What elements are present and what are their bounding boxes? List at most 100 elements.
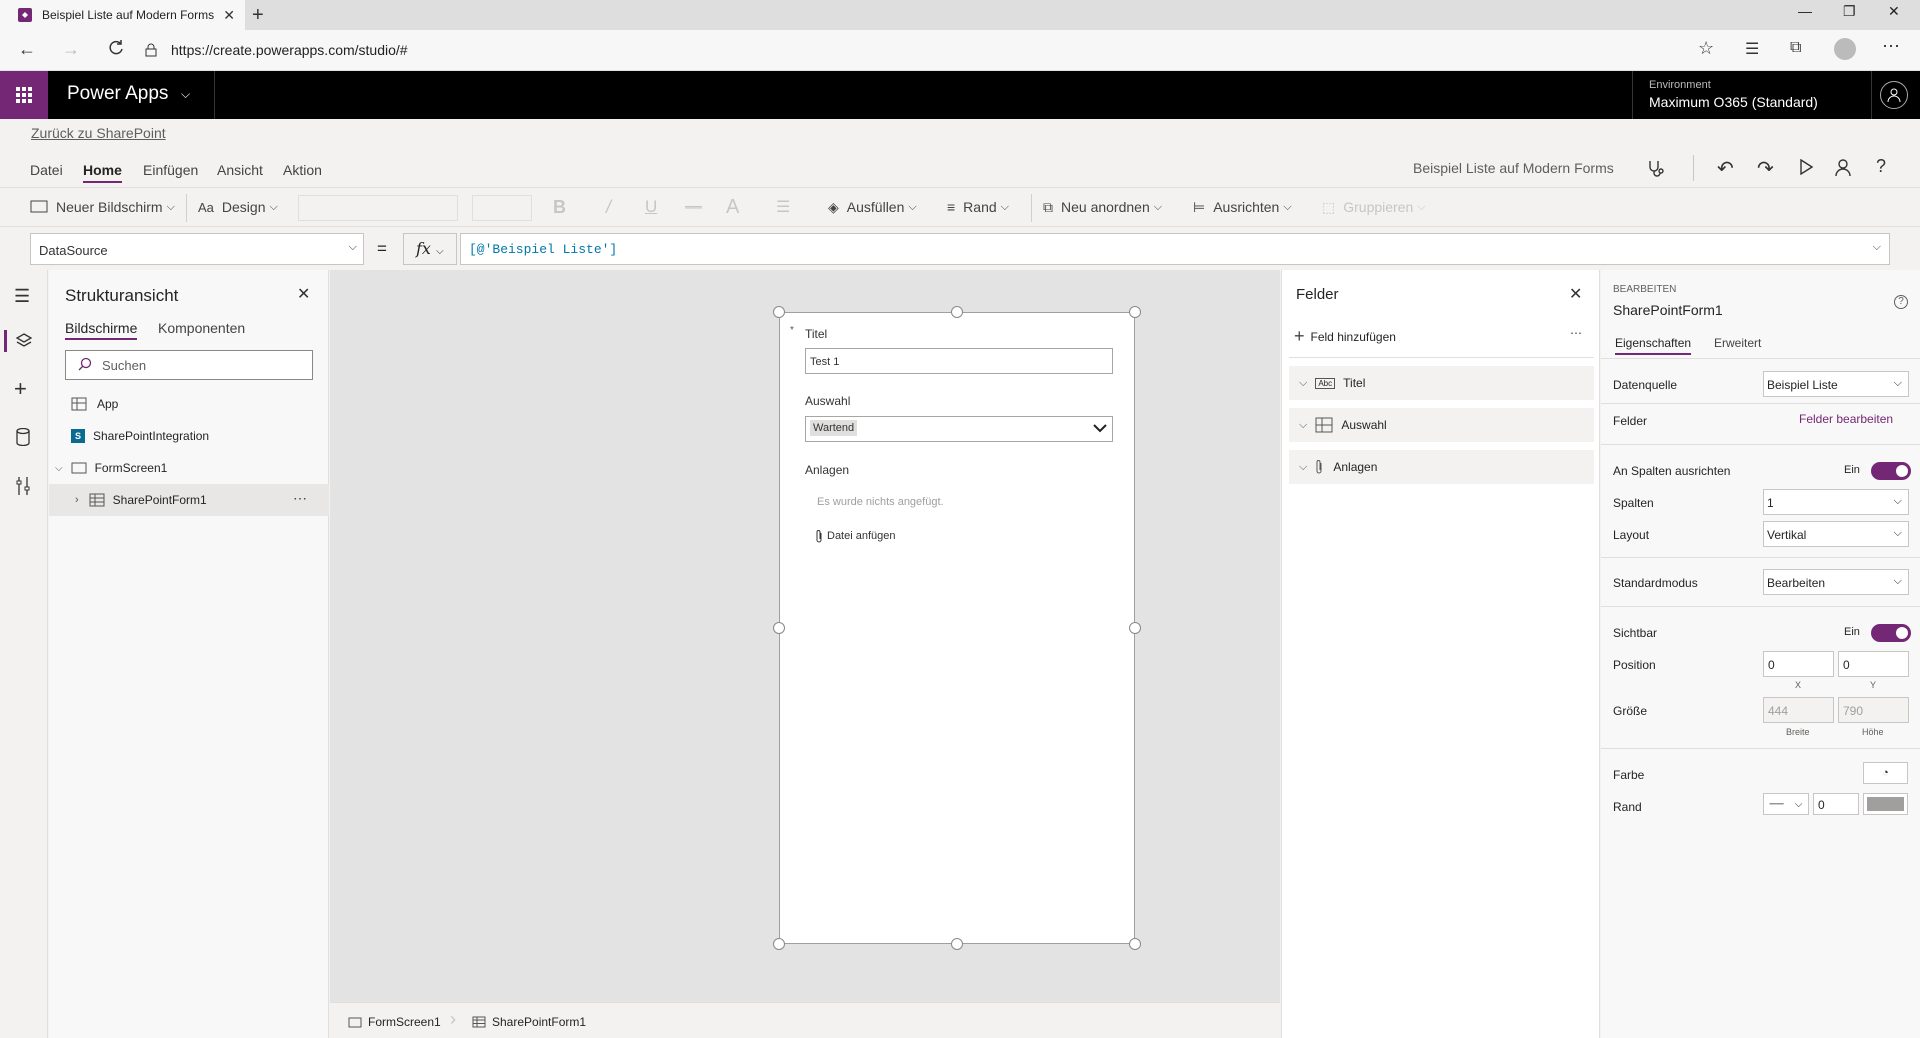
font-size-dropdown[interactable] (472, 195, 532, 221)
insert-plus-icon[interactable]: + (14, 376, 27, 402)
menu-file[interactable]: Datei (30, 162, 63, 178)
snap-to-columns-toggle[interactable] (1871, 462, 1911, 480)
chevron-right-icon[interactable]: › (75, 494, 79, 506)
font-color-icon[interactable]: A (726, 188, 739, 226)
resize-handle[interactable] (773, 938, 785, 950)
border-button[interactable]: ≡ Rand ⌵ (947, 188, 1009, 226)
tree-node-sharepointintegration[interactable]: S SharePointIntegration (49, 420, 329, 452)
tree-view-layers-icon[interactable] (15, 332, 33, 350)
attach-file-button[interactable]: Datei anfügen (815, 529, 896, 543)
profile-avatar[interactable] (1834, 38, 1856, 60)
back-to-sharepoint-link[interactable]: Zurück zu SharePoint (31, 125, 166, 141)
reorder-button[interactable]: ⧉ Neu anordnen ⌵ (1043, 188, 1162, 226)
chevron-down-icon[interactable]: ⌵ (55, 463, 63, 474)
datasource-dropdown[interactable]: Beispiel Liste ⌵ (1763, 371, 1909, 397)
strikethrough-icon[interactable]: — (685, 188, 702, 226)
breadcrumb-sharepointform1[interactable]: SharePointForm1 (472, 1015, 586, 1029)
resize-handle[interactable] (1129, 306, 1141, 318)
close-tab-icon[interactable]: ✕ (223, 7, 235, 24)
collections-icon[interactable]: ⧉ (1790, 39, 1801, 57)
help-icon[interactable]: ? (1894, 295, 1908, 309)
chevron-down-icon[interactable]: ⌵ (1299, 377, 1307, 390)
fill-button[interactable]: ◈ Ausfüllen ⌵ (828, 188, 917, 226)
hamburger-menu-icon[interactable]: ☰ (14, 286, 30, 307)
app-screen-formscreen1[interactable]: * Titel Test 1 Auswahl Wartend Anlagen E… (779, 312, 1135, 944)
share-user-icon[interactable] (1834, 158, 1854, 178)
help-icon[interactable]: ? (1876, 156, 1886, 177)
property-dropdown[interactable]: DataSource ⌵ (30, 233, 364, 265)
formula-input[interactable]: [@'Beispiel Liste'] ⌵ (460, 233, 1890, 265)
underline-icon[interactable]: U (645, 188, 657, 226)
add-field-button[interactable]: + Feld hinzufügen (1294, 326, 1396, 347)
layout-dropdown[interactable]: Vertikal ⌵ (1763, 521, 1909, 547)
tree-node-app[interactable]: App (49, 388, 329, 420)
font-family-dropdown[interactable] (298, 195, 458, 221)
tab-screens[interactable]: Bildschirme (65, 320, 138, 340)
align-button[interactable]: ⊨ Ausrichten ⌵ (1193, 188, 1292, 226)
chevron-down-icon[interactable]: ⌵ (1299, 419, 1307, 432)
advanced-tools-icon[interactable] (15, 476, 31, 496)
play-preview-icon[interactable] (1799, 159, 1813, 175)
minimize-window-icon[interactable]: — (1798, 3, 1812, 19)
default-mode-dropdown[interactable]: Bearbeiten ⌵ (1763, 569, 1909, 595)
auswahl-combobox[interactable]: Wartend (805, 416, 1113, 442)
app-name[interactable]: Power Apps (67, 83, 168, 105)
resize-handle[interactable] (1129, 938, 1141, 950)
chevron-down-icon[interactable]: ⌵ (1299, 461, 1307, 474)
tree-node-formscreen1[interactable]: ⌵ FormScreen1 (49, 452, 329, 484)
edit-fields-link[interactable]: Felder bearbeiten (1799, 412, 1893, 426)
environment-picker[interactable]: Environment Maximum O365 (Standard) (1632, 71, 1872, 119)
close-icon[interactable]: ✕ (297, 284, 310, 304)
field-item-auswahl[interactable]: ⌵ Auswahl (1289, 408, 1594, 442)
columns-dropdown[interactable]: 1 ⌵ (1763, 489, 1909, 515)
breadcrumb-formscreen1[interactable]: FormScreen1 (348, 1015, 441, 1029)
text-align-icon[interactable]: ☰ (776, 188, 790, 226)
fx-button[interactable]: fx ⌵ (403, 233, 457, 265)
more-options-icon[interactable]: ⋯ (293, 490, 307, 507)
close-icon[interactable]: ✕ (1569, 284, 1582, 304)
menu-insert[interactable]: Einfügen (143, 162, 198, 178)
position-x-input[interactable]: 0 (1763, 651, 1834, 677)
resize-handle[interactable] (773, 306, 785, 318)
design-button[interactable]: Aa Design ⌵ (198, 188, 278, 226)
search-input[interactable]: Suchen (65, 350, 313, 380)
more-options-icon[interactable]: ⋯ (1570, 326, 1582, 340)
bold-icon[interactable]: B (553, 188, 566, 226)
forward-arrow-icon[interactable]: → (62, 39, 80, 60)
data-cylinder-icon[interactable] (16, 428, 30, 446)
menu-home[interactable]: Home (83, 162, 122, 183)
browser-menu-icon[interactable]: ⋯ (1882, 36, 1900, 57)
chevron-down-icon[interactable]: ⌵ (1873, 241, 1881, 254)
user-account-icon[interactable] (1880, 81, 1908, 109)
tab-properties[interactable]: Eigenschaften (1615, 336, 1692, 355)
browser-tab[interactable]: Beispiel Liste auf Modern Forms ✕ (0, 0, 245, 30)
color-picker[interactable]: ◔ (1863, 762, 1908, 784)
chevron-down-icon[interactable] (1092, 421, 1108, 435)
titel-input[interactable]: Test 1 (805, 348, 1113, 374)
visible-toggle[interactable] (1871, 624, 1911, 642)
chevron-down-icon[interactable]: ⌵ (181, 87, 190, 102)
favorites-list-icon[interactable]: ☰ (1745, 39, 1759, 59)
group-button[interactable]: ⬚ Gruppieren ⌵ (1322, 188, 1426, 226)
italic-icon[interactable]: / (606, 188, 611, 226)
app-checker-stethoscope-icon[interactable] (1645, 158, 1665, 178)
position-y-input[interactable]: 0 (1838, 651, 1909, 677)
menu-view[interactable]: Ansicht (217, 162, 263, 178)
new-screen-button[interactable]: Neuer Bildschirm ⌵ (30, 188, 175, 226)
resize-handle[interactable] (951, 306, 963, 318)
address-bar[interactable]: https://create.powerapps.com/studio/# (145, 34, 1695, 66)
undo-icon[interactable]: ↶ (1717, 156, 1734, 181)
favorite-star-icon[interactable]: ☆ (1698, 38, 1714, 59)
app-launcher-waffle-icon[interactable] (0, 71, 48, 119)
redo-icon[interactable]: ↷ (1757, 156, 1774, 181)
maximize-window-icon[interactable]: ❐ (1843, 3, 1856, 20)
back-arrow-icon[interactable]: ← (18, 39, 36, 60)
menu-action[interactable]: Aktion (283, 162, 322, 178)
width-input[interactable]: 444 (1763, 697, 1834, 723)
tree-node-sharepointform1[interactable]: › SharePointForm1 ⋯ (49, 484, 329, 516)
tab-components[interactable]: Komponenten (158, 320, 245, 336)
close-window-icon[interactable]: ✕ (1888, 3, 1900, 20)
border-style-dropdown[interactable]: ── ⌵ (1763, 793, 1809, 815)
resize-handle[interactable] (1129, 622, 1141, 634)
new-tab-icon[interactable]: + (252, 4, 264, 27)
